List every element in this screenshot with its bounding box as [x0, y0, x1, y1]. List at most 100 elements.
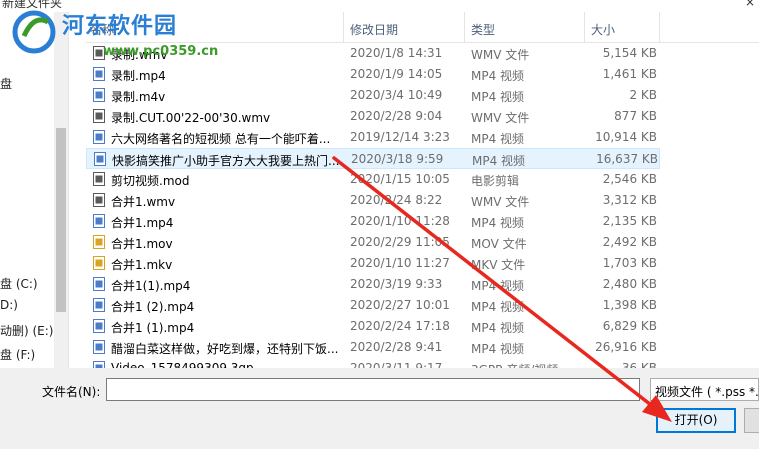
file-name: 合并1.wmv [111, 195, 176, 209]
table-row[interactable]: 合并1 (1).mp4 2020/2/24 17:18 MP4 视频 6,829 KB [86, 316, 660, 337]
file-date: 2020/1/8 14:31 [350, 46, 443, 60]
file-date: 2020/2/24 17:18 [350, 319, 450, 333]
file-type: WMV 文件 [471, 111, 530, 125]
table-row[interactable]: 剪切视频.mod 2020/1/15 10:05 电影剪辑 2,546 KB [86, 169, 660, 190]
3gp-file-icon [93, 361, 105, 368]
table-row[interactable]: 六大网络著名的短视频 总有一个能吓着... 2019/12/14 3:23 MP4 … [86, 127, 660, 148]
file-name: 合并1 (2).mp4 [111, 300, 195, 314]
file-type-filter[interactable]: 视频文件 ( *.pss *.3 [650, 378, 759, 401]
wmv-file-icon [93, 193, 105, 207]
file-size: 1,398 KB [602, 298, 657, 312]
table-row[interactable]: 录制.m4v 2020/3/4 10:49 MP4 视频 2 KB [86, 85, 660, 106]
file-size: 2,492 KB [602, 235, 657, 249]
mp4-file-icon [93, 340, 105, 354]
mp4-file-icon [93, 67, 105, 81]
table-row[interactable]: 录制.CUT.00'22-00'30.wmv 2020/2/28 9:04 WMV … [86, 106, 660, 127]
file-type: MP4 视频 [471, 300, 525, 314]
mp4-file-icon [93, 214, 105, 228]
open-button[interactable]: 打开(O) [656, 408, 736, 433]
file-date: 2020/1/10 11:27 [350, 256, 450, 270]
column-divider[interactable] [343, 12, 344, 42]
file-date: 2020/2/28 9:41 [350, 340, 443, 354]
nav-item-drive-d[interactable]: D:) [0, 298, 18, 312]
watermark-title: 河东软件园 [62, 13, 178, 39]
nav-item-drive-c[interactable]: 盘 (C:) [0, 275, 38, 292]
file-size: 2,546 KB [602, 172, 657, 186]
file-type: MKV 文件 [471, 258, 526, 272]
nav-scrollbar-thumb[interactable] [56, 128, 66, 312]
table-row[interactable]: 合并1.mkv 2020/1/10 11:27 MKV 文件 1,703 KB [86, 253, 660, 274]
file-type: MP4 视频 [471, 279, 525, 293]
table-row[interactable]: 合并1.wmv 2020/2/24 8:22 WMV 文件 3,312 KB [86, 190, 660, 211]
file-size: 3,312 KB [602, 193, 657, 207]
file-type: WMV 文件 [471, 48, 530, 62]
file-size: 1,703 KB [602, 256, 657, 270]
file-name: 录制.CUT.00'22-00'30.wmv [111, 111, 271, 125]
file-size: 36 KB [621, 361, 657, 368]
file-date: 2019/12/14 3:23 [350, 130, 450, 144]
mov-file-icon [93, 235, 105, 249]
file-size: 16,637 KB [596, 152, 658, 166]
file-type: MP4 视频 [471, 342, 525, 356]
file-size: 2,135 KB [602, 214, 657, 228]
file-size: 877 KB [614, 109, 657, 123]
file-date: 2020/2/29 11:05 [350, 235, 450, 249]
file-name: 录制.m4v [111, 90, 166, 104]
nav-item-drive[interactable]: 盘 [0, 75, 12, 92]
mkv-file-icon [93, 256, 105, 270]
file-type: MP4 视频 [472, 154, 526, 168]
column-header-date[interactable]: 修改日期 [350, 21, 398, 38]
nav-item-drive-f[interactable]: 盘 (F:) [0, 346, 35, 363]
mp4-file-icon [93, 88, 105, 102]
file-date: 2020/3/18 9:59 [351, 152, 444, 166]
file-date: 2020/1/10 11:28 [350, 214, 450, 228]
table-row[interactable]: 醋溜白菜这样做，好吃到爆，还特别下饭... 2020/2/28 9:41 MP4 视… [86, 337, 660, 358]
file-name: 合并1.mov [111, 237, 173, 251]
file-type: MP4 视频 [471, 90, 525, 104]
column-header-type[interactable]: 类型 [471, 21, 495, 38]
file-size: 26,916 KB [595, 340, 657, 354]
table-row[interactable]: 合并1.mp4 2020/1/10 11:28 MP4 视频 2,135 KB [86, 211, 660, 232]
mod-file-icon [93, 172, 105, 186]
file-name: 合并1.mkv [111, 258, 173, 272]
column-divider[interactable] [464, 12, 465, 42]
table-row[interactable]: 合并1 (2).mp4 2020/2/27 10:01 MP4 视频 1,398 KB [86, 295, 660, 316]
table-row[interactable]: 快影搞笑推广小助手官方大大我要上热门... 2020/3/18 9:59 MP4 视… [86, 148, 660, 169]
file-name: 剪切视频.mod [111, 174, 190, 188]
file-date: 2020/3/11 9:17 [350, 361, 443, 368]
filename-input[interactable] [106, 378, 640, 401]
column-divider[interactable] [659, 12, 660, 42]
file-type: MP4 视频 [471, 69, 525, 83]
file-type: MP4 视频 [471, 216, 525, 230]
wmv-file-icon [93, 109, 105, 123]
cancel-button[interactable] [744, 408, 759, 433]
file-date: 2020/1/9 14:05 [350, 67, 443, 81]
table-row[interactable]: 录制.mp4 2020/1/9 14:05 MP4 视频 1,461 KB [86, 64, 660, 85]
file-date: 2020/3/19 9:33 [350, 277, 443, 291]
file-date: 2020/2/28 9:04 [350, 109, 443, 123]
table-row[interactable]: 合并1(1).mp4 2020/3/19 9:33 MP4 视频 2,480 KB [86, 274, 660, 295]
close-icon[interactable]: × [745, 0, 755, 9]
column-divider[interactable] [584, 12, 585, 42]
file-size: 1,461 KB [602, 67, 657, 81]
file-type-filter-label: 视频文件 ( *.pss *.3 [655, 385, 759, 399]
file-name: 醋溜白菜这样做，好吃到爆，还特别下饭... [111, 342, 339, 356]
column-header-row: 名称 修改日期 类型 大小 [86, 12, 759, 43]
file-date: 2020/2/24 8:22 [350, 193, 443, 207]
file-size: 5,154 KB [602, 46, 657, 60]
file-list: 名称 修改日期 类型 大小 录制.wmv 2020/1/8 14:31 WMV 文件… [86, 12, 759, 368]
nav-item-drive-e[interactable]: 动删) (E:) [0, 322, 54, 339]
table-row[interactable]: 合并1.mov 2020/2/29 11:05 MOV 文件 2,492 KB [86, 232, 660, 253]
mp4-file-icon [93, 298, 105, 312]
file-name: 合并1 (1).mp4 [111, 321, 195, 335]
filename-label: 文件名(N): [42, 385, 101, 399]
mp4-file-icon [93, 277, 105, 291]
file-name: 快影搞笑推广小助手官方大大我要上热门... [112, 154, 340, 168]
file-date: 2020/3/4 10:49 [350, 88, 443, 102]
file-type: MP4 视频 [471, 132, 525, 146]
file-name: Video_1578499309.3gp [111, 361, 254, 368]
column-header-size[interactable]: 大小 [591, 21, 615, 38]
file-date: 2020/1/15 10:05 [350, 172, 450, 186]
file-type: WMV 文件 [471, 195, 530, 209]
table-row[interactable]: Video_1578499309.3gp 2020/3/11 9:17 3GPP 音… [86, 358, 660, 368]
